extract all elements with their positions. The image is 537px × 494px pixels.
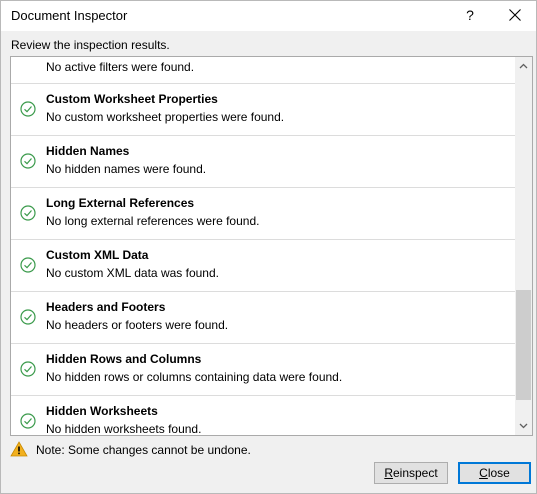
check-circle-icon — [20, 153, 36, 169]
result-row: Custom XML Data No custom XML data was f… — [11, 240, 515, 292]
result-row: Hidden Worksheets No hidden worksheets f… — [11, 396, 515, 436]
note-text: Note: Some changes cannot be undone. — [36, 443, 251, 457]
result-row: Headers and Footers No headers or footer… — [11, 292, 515, 344]
result-description: No hidden worksheets found. — [46, 422, 202, 436]
check-circle-icon — [20, 257, 36, 273]
result-row: Long External References No long externa… — [11, 188, 515, 240]
results-list[interactable]: No active filters were found. Custom Wor… — [10, 56, 533, 436]
reinspect-button[interactable]: Reinspect — [374, 462, 448, 484]
check-circle-icon — [20, 309, 36, 325]
check-circle-icon — [20, 205, 36, 221]
result-description: No hidden names were found. — [46, 162, 207, 176]
close-icon — [509, 9, 521, 21]
vertical-scrollbar[interactable] — [515, 57, 532, 435]
result-row: Custom Worksheet Properties No custom wo… — [11, 84, 515, 136]
result-description: No long external references were found. — [46, 214, 260, 228]
document-inspector-dialog: Document Inspector ? Review the inspecti… — [0, 0, 537, 494]
chevron-down-icon — [519, 423, 528, 429]
result-row: No active filters were found. — [11, 57, 515, 84]
result-row: Hidden Names No hidden names were found. — [11, 136, 515, 188]
result-description: No hidden rows or columns containing dat… — [46, 370, 343, 384]
result-title: Hidden Rows and Columns — [46, 352, 202, 366]
result-title: Custom XML Data — [46, 248, 149, 262]
scroll-thumb[interactable] — [516, 290, 531, 400]
check-circle-icon — [20, 361, 36, 377]
warning-icon — [10, 441, 28, 457]
result-row: Hidden Rows and Columns No hidden rows o… — [11, 344, 515, 396]
result-title: Hidden Names — [46, 144, 130, 158]
scroll-down-button[interactable] — [515, 417, 532, 434]
result-title: Headers and Footers — [46, 300, 166, 314]
result-description: No custom worksheet properties were foun… — [46, 110, 285, 124]
close-label: lose — [487, 466, 510, 480]
help-button[interactable]: ? — [456, 1, 484, 29]
result-description: No active filters were found. — [46, 60, 195, 74]
result-title: Hidden Worksheets — [46, 404, 158, 418]
close-button[interactable]: Close — [458, 462, 531, 484]
result-title: Long External References — [46, 196, 195, 210]
result-description: No headers or footers were found. — [46, 318, 229, 332]
scroll-up-button[interactable] — [515, 58, 532, 75]
close-window-button[interactable] — [501, 1, 529, 29]
title-bar: Document Inspector ? — [1, 1, 536, 31]
reinspect-mnemonic: R — [384, 466, 393, 480]
chevron-up-icon — [519, 63, 528, 69]
result-description: No custom XML data was found. — [46, 266, 219, 280]
subtitle: Review the inspection results. — [11, 38, 170, 52]
warning-note: Note: Some changes cannot be undone. — [10, 441, 410, 459]
reinspect-label: einspect — [392, 466, 438, 480]
result-title: Custom Worksheet Properties — [46, 92, 218, 106]
window-title: Document Inspector — [11, 8, 128, 23]
close-mnemonic: C — [479, 466, 488, 480]
check-circle-icon — [20, 413, 36, 429]
check-circle-icon — [20, 101, 36, 117]
